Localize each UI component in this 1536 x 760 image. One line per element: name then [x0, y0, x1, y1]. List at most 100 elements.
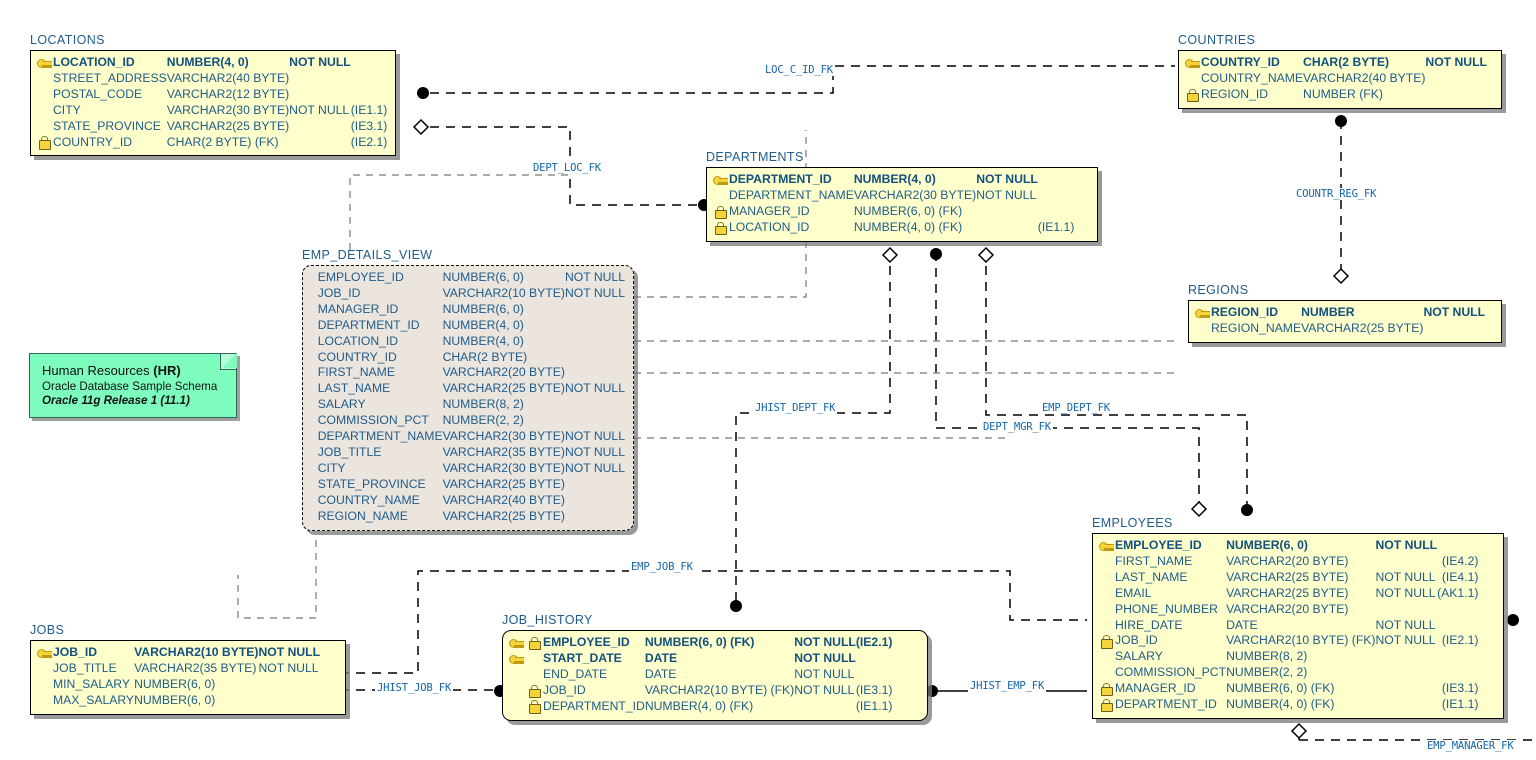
- column-row: JOB_IDVARCHAR2(10 BYTE) (FK)NOT NULL(IE3…: [507, 683, 892, 699]
- column-nullability: [1376, 665, 1438, 681]
- column-name: FIRST_NAME: [1115, 554, 1226, 570]
- lock-icon: [1101, 683, 1112, 695]
- er-diagram-canvas: .dl{stroke:#000;stroke-width:1.5;fill:no…: [0, 0, 1536, 760]
- key-icon: [509, 639, 524, 647]
- column-name: DEPARTMENT_ID: [543, 699, 645, 715]
- column-icon-cell: [35, 55, 53, 71]
- column-type: CHAR(2 BYTE): [443, 350, 565, 366]
- column-row: COMMISSION_PCTNUMBER(2, 2): [1097, 665, 1478, 681]
- column-row: MANAGER_IDNUMBER(6, 0) (FK): [711, 204, 1074, 220]
- column-name: DEPARTMENT_ID: [318, 318, 443, 334]
- column-row: FIRST_NAMEVARCHAR2(20 BYTE): [307, 365, 625, 381]
- column-name: END_DATE: [543, 667, 645, 683]
- column-name: COMMISSION_PCT: [318, 413, 443, 429]
- column-row: DEPARTMENT_NAMEVARCHAR2(30 BYTE)NOT NULL: [307, 429, 625, 445]
- column-name: REGION_NAME: [1211, 321, 1301, 337]
- column-row: LOCATION_IDNUMBER(4, 0)NOT NULL: [35, 55, 387, 71]
- column-icon-cell: [1097, 649, 1115, 665]
- column-icon-cell: [1097, 538, 1115, 554]
- column-name: JOB_TITLE: [318, 445, 443, 461]
- column-nullability: [1376, 554, 1438, 570]
- lock-icon: [715, 222, 726, 234]
- column-nullability: [565, 477, 625, 493]
- column-type: VARCHAR2(25 BYTE): [443, 381, 565, 397]
- entity-emp-details-view[interactable]: EMP_DETAILS_VIEW EMPLOYEE_IDNUMBER(6, 0)…: [302, 248, 634, 531]
- column-icon-cell: [711, 204, 729, 220]
- note-fold-corner: [220, 354, 236, 370]
- column-icon-cell: [35, 677, 53, 693]
- column-nullability: [976, 220, 1038, 236]
- column-row: JOB_TITLEVARCHAR2(35 BYTE)NOT NULL: [307, 445, 625, 461]
- column-row: EMPLOYEE_IDNUMBER(6, 0) (FK)NOT NULL(IE2…: [507, 635, 892, 651]
- column-nullability: NOT NULL: [976, 188, 1038, 204]
- column-name: STATE_PROVINCE: [318, 477, 443, 493]
- column-index: [1437, 602, 1478, 618]
- entity-regions[interactable]: REGIONS REGION_IDNUMBERNOT NULLREGION_NA…: [1188, 283, 1502, 343]
- column-nullability: NOT NULL: [794, 635, 856, 651]
- column-type: NUMBER (FK): [1303, 87, 1425, 103]
- column-type: CHAR(2 BYTE) (FK): [167, 135, 289, 151]
- relationship-label: LOC_C_ID_FK: [763, 64, 835, 76]
- column-index: (IE1.1): [856, 699, 893, 715]
- entity-departments[interactable]: DEPARTMENTS DEPARTMENT_IDNUMBER(4, 0)NOT…: [706, 150, 1098, 242]
- column-icon-cell: [307, 445, 318, 461]
- column-index: [1038, 204, 1075, 220]
- column-icon-cell: [307, 477, 318, 493]
- column-type: VARCHAR2(30 BYTE): [443, 429, 565, 445]
- column-nullability: [976, 204, 1038, 220]
- column-icon-cell: [307, 334, 318, 350]
- column-index: (IE1.1): [351, 103, 388, 119]
- fk-icon-cell: [525, 699, 543, 715]
- column-index: [351, 71, 388, 87]
- entity-employees[interactable]: EMPLOYEES EMPLOYEE_IDNUMBER(6, 0)NOT NUL…: [1092, 516, 1504, 719]
- column-type: VARCHAR2(10 BYTE): [443, 286, 565, 302]
- column-type: NUMBER(6, 0): [443, 270, 565, 286]
- column-icon-cell: [307, 318, 318, 334]
- column-name: COUNTRY_ID: [318, 350, 443, 366]
- column-index: (IE4.2): [1437, 554, 1478, 570]
- column-type: NUMBER(6, 0): [443, 302, 565, 318]
- entity-box-countries: COUNTRY_IDCHAR(2 BYTE)NOT NULLCOUNTRY_NA…: [1178, 50, 1502, 109]
- pk-icon-cell: [507, 667, 525, 683]
- column-row: JOB_TITLEVARCHAR2(35 BYTE)NOT NULL: [35, 661, 320, 677]
- column-nullability: NOT NULL: [1376, 538, 1438, 554]
- column-table-departments: DEPARTMENT_IDNUMBER(4, 0)NOT NULLDEPARTM…: [711, 172, 1074, 236]
- column-row: END_DATEDATENOT NULL: [507, 667, 892, 683]
- relationship-label: EMP_MANAGER_FK: [1425, 740, 1516, 752]
- entity-job-history[interactable]: JOB_HISTORY EMPLOYEE_IDNUMBER(6, 0) (FK)…: [502, 613, 928, 721]
- column-nullability: NOT NULL: [794, 667, 856, 683]
- column-type: DATE: [1226, 618, 1375, 634]
- column-name: SALARY: [318, 397, 443, 413]
- pk-icon-cell: [507, 635, 525, 651]
- column-row: REGION_IDNUMBERNOT NULL: [1193, 305, 1485, 321]
- column-type: NUMBER(8, 2): [443, 397, 565, 413]
- column-icon-cell: [35, 103, 53, 119]
- entity-locations[interactable]: LOCATIONS LOCATION_IDNUMBER(4, 0)NOT NUL…: [30, 33, 396, 156]
- column-icon-cell: [1183, 87, 1201, 103]
- column-type: VARCHAR2(35 BYTE): [443, 445, 565, 461]
- column-nullability: [1376, 649, 1438, 665]
- entity-box-regions: REGION_IDNUMBERNOT NULLREGION_NAMEVARCHA…: [1188, 300, 1502, 343]
- column-type: VARCHAR2(25 BYTE): [1301, 321, 1423, 337]
- column-row: FIRST_NAMEVARCHAR2(20 BYTE)(IE4.2): [1097, 554, 1478, 570]
- column-icon-cell: [1097, 697, 1115, 713]
- entity-jobs[interactable]: JOBS JOB_IDVARCHAR2(10 BYTE)NOT NULLJOB_…: [30, 623, 346, 715]
- column-nullability: NOT NULL: [565, 286, 625, 302]
- relationship-label: DEPT_LOC_FK: [531, 162, 603, 174]
- column-nullability: NOT NULL: [565, 381, 625, 397]
- column-row: MIN_SALARYNUMBER(6, 0): [35, 677, 320, 693]
- column-index: [856, 651, 893, 667]
- column-nullability: [565, 350, 625, 366]
- note-schema-abbrev: (HR): [153, 363, 180, 378]
- column-type: VARCHAR2(40 BYTE): [1303, 71, 1425, 87]
- column-icon-cell: [1097, 554, 1115, 570]
- column-nullability: NOT NULL: [976, 172, 1038, 188]
- column-icon-cell: [1193, 321, 1211, 337]
- column-row: CITYVARCHAR2(30 BYTE)NOT NULL(IE1.1): [35, 103, 387, 119]
- entity-countries[interactable]: COUNTRIES COUNTRY_IDCHAR(2 BYTE)NOT NULL…: [1178, 33, 1502, 109]
- column-row: COUNTRY_NAMEVARCHAR2(40 BYTE): [307, 493, 625, 509]
- column-icon-cell: [307, 413, 318, 429]
- column-nullability: NOT NULL: [794, 683, 856, 699]
- relationship-label: JHIST_EMP_FK: [968, 680, 1046, 692]
- column-icon-cell: [711, 220, 729, 236]
